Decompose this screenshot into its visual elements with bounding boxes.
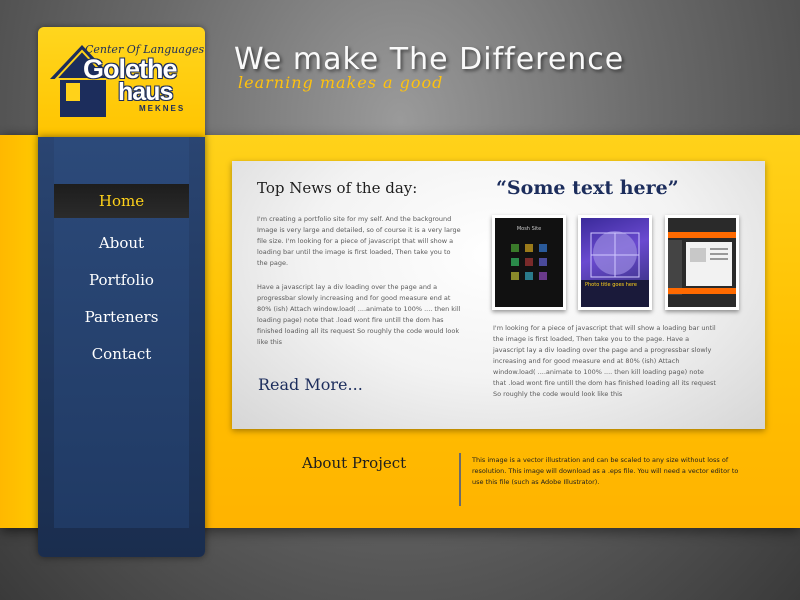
featured-quote: “Some text here” bbox=[496, 177, 679, 199]
about-divider bbox=[459, 453, 461, 506]
news-paragraph-2: Have a javascript lay a div loading over… bbox=[257, 283, 461, 346]
read-more-link[interactable]: Read More... bbox=[258, 375, 363, 394]
thumb2-caption: Photo title goes here bbox=[585, 282, 637, 288]
app-grid-icon bbox=[511, 244, 547, 280]
news-paragraph-1: I'm creating a portfolio site for my sel… bbox=[257, 215, 461, 267]
portfolio-thumbnail-3[interactable] bbox=[665, 215, 739, 310]
nav-item-home[interactable]: Home bbox=[54, 184, 189, 218]
featured-paragraph: I'm looking for a piece of javascript th… bbox=[493, 324, 716, 398]
nav-item-contact[interactable]: Contact bbox=[54, 345, 189, 363]
portfolio-thumbnail-2[interactable]: Photo title goes here bbox=[578, 215, 652, 310]
tagline: learning makes a good bbox=[238, 73, 444, 92]
headline: We make The Difference bbox=[234, 42, 625, 77]
photo-collage-icon bbox=[581, 231, 649, 307]
logo-brand-line2: haus bbox=[118, 78, 173, 106]
nav-item-portfolio[interactable]: Portfolio bbox=[54, 271, 189, 289]
nav-item-parteners[interactable]: Parteners bbox=[54, 308, 189, 326]
logo-city: MEKNES bbox=[139, 104, 186, 113]
website-mockup-icon bbox=[668, 232, 736, 295]
about-project-title: About Project bbox=[302, 454, 407, 472]
nav-item-about[interactable]: About bbox=[54, 234, 189, 252]
about-project-text: This image is a vector illustration and … bbox=[472, 456, 739, 486]
portfolio-thumbnail-1[interactable]: Mosh Site bbox=[492, 215, 566, 310]
news-title: Top News of the day: bbox=[257, 179, 418, 197]
